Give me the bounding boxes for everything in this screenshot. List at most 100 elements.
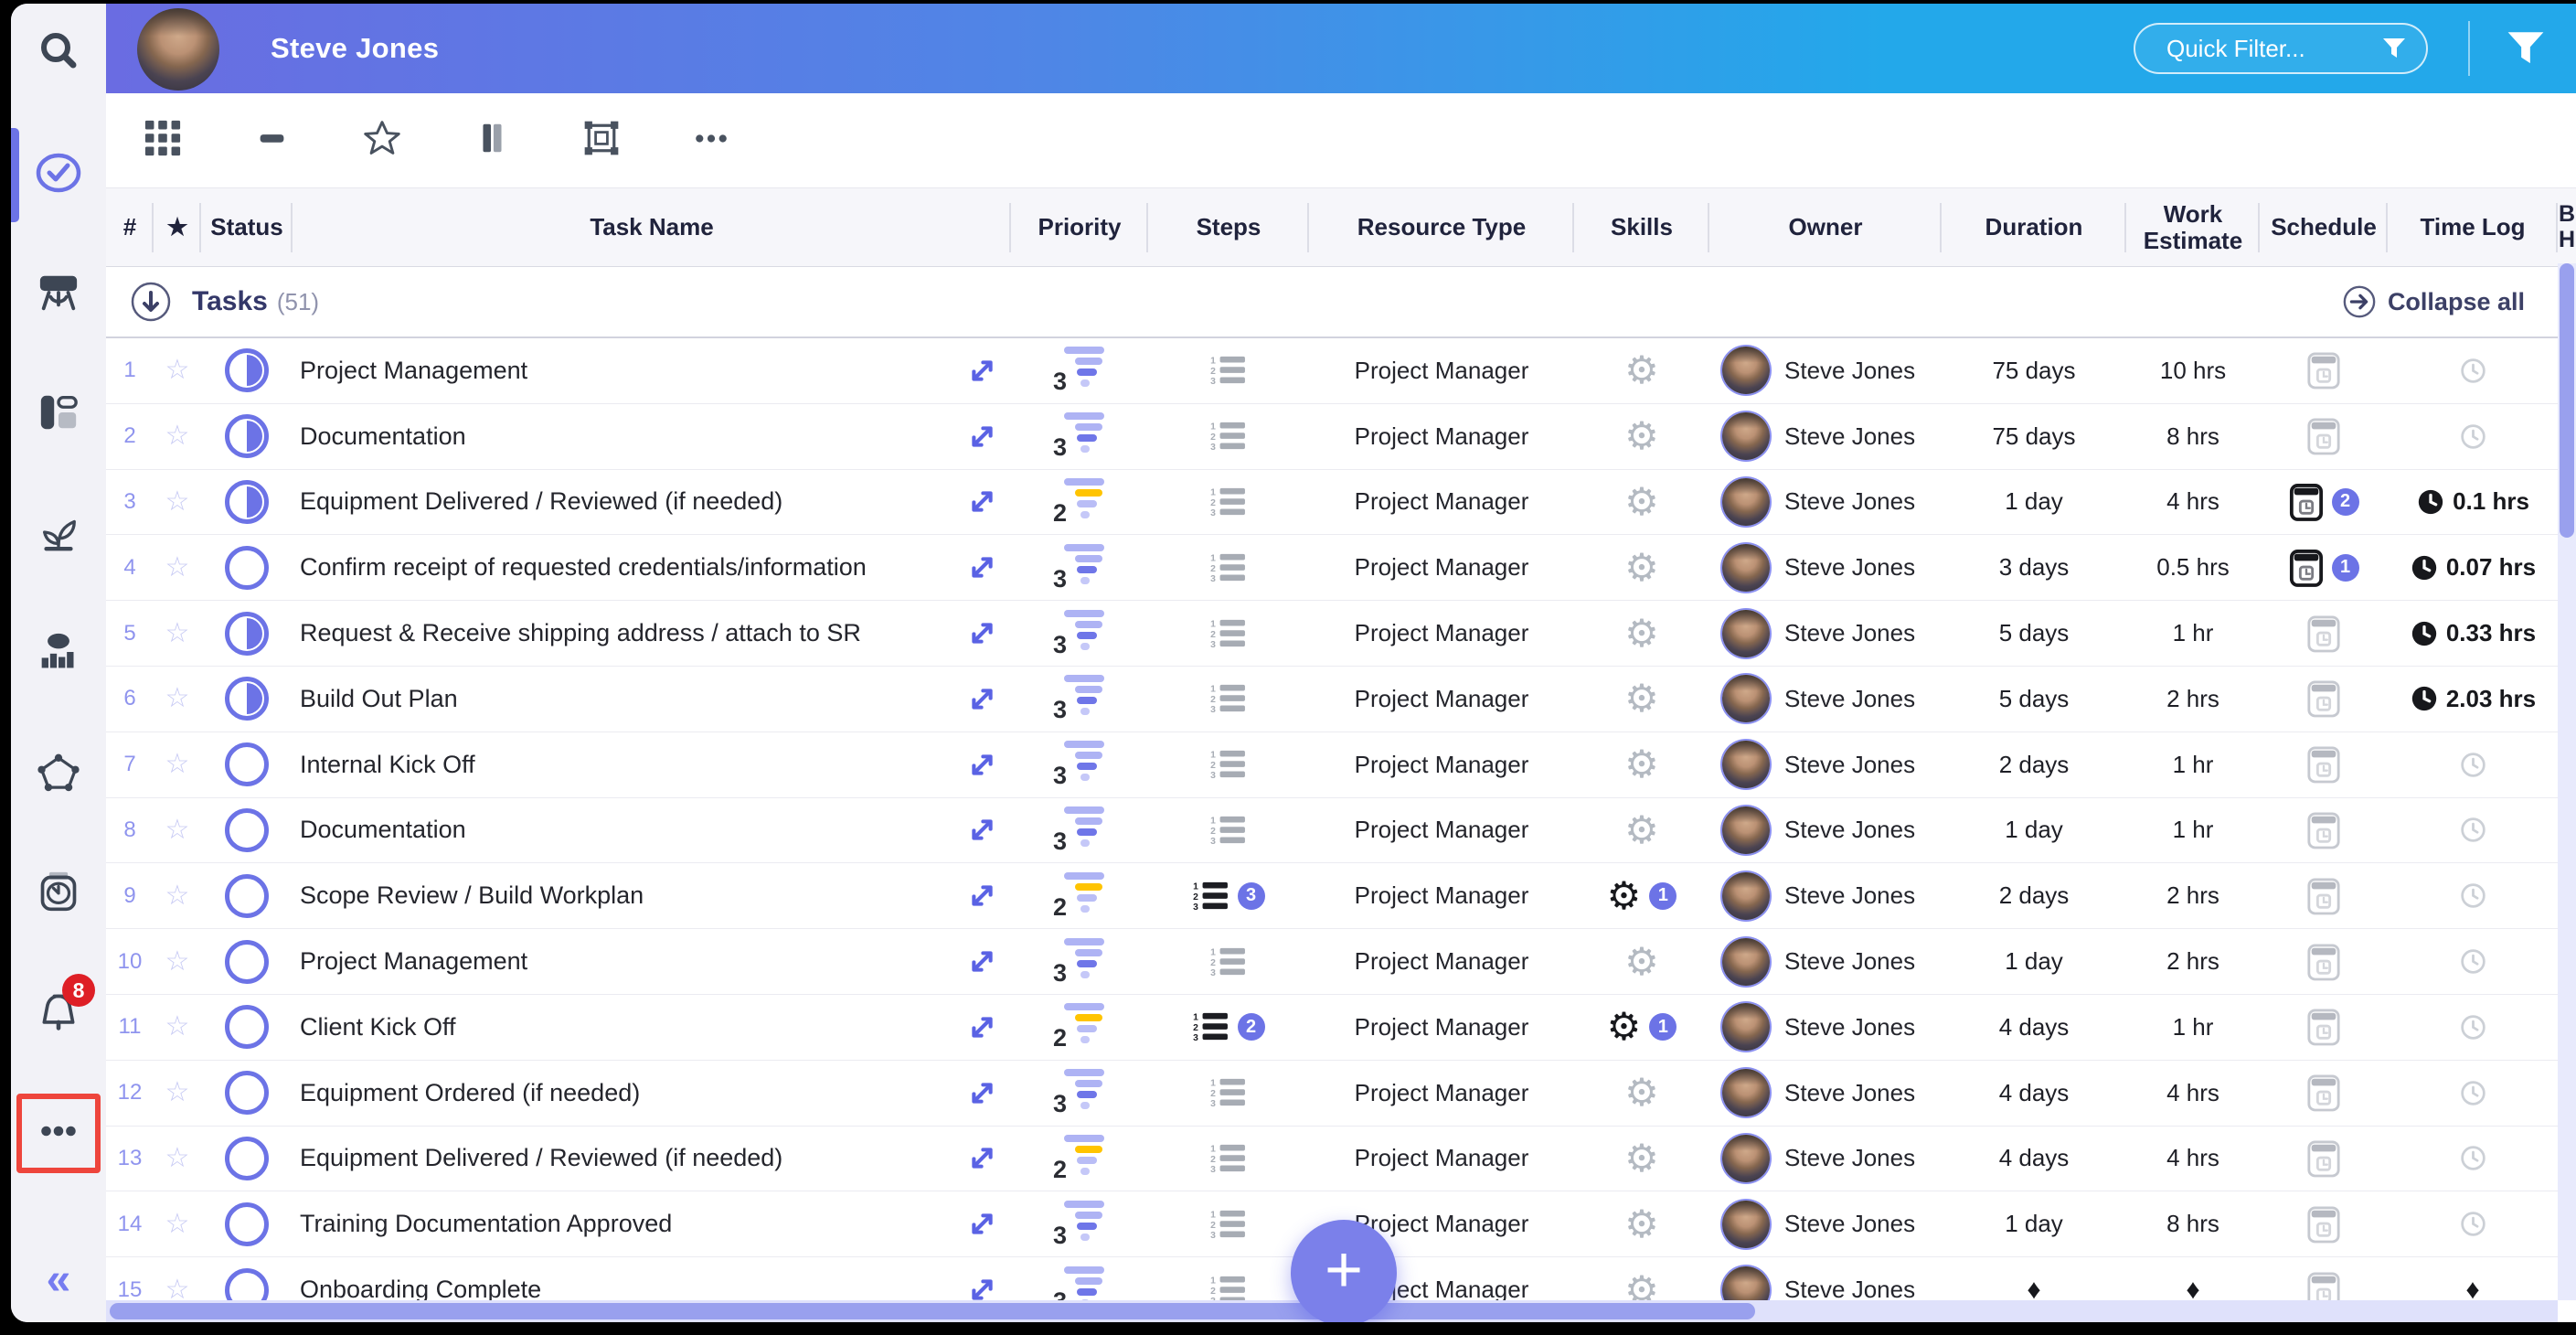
- status-circle-icon[interactable]: [225, 1137, 269, 1180]
- status-circle-icon[interactable]: [225, 808, 269, 852]
- task-row[interactable]: 13☆Equipment Delivered / Reviewed (if ne…: [106, 1127, 2576, 1192]
- steps-button[interactable]: 1232: [1193, 1011, 1265, 1042]
- skills-button[interactable]: ⚙: [1624, 745, 1659, 784]
- user-avatar[interactable]: [137, 8, 219, 91]
- skills-button[interactable]: ⚙1: [1607, 1008, 1677, 1046]
- expand-task-button[interactable]: [968, 1013, 996, 1041]
- expand-task-button[interactable]: [968, 685, 996, 713]
- sidebar-item-resource-stats[interactable]: [11, 594, 106, 714]
- sidebar-item-more-options[interactable]: [11, 1073, 106, 1193]
- schedule-button[interactable]: [2306, 1006, 2341, 1048]
- expand-task-button[interactable]: [968, 816, 996, 844]
- expand-task-button[interactable]: [968, 1144, 996, 1172]
- skills-button[interactable]: ⚙: [1624, 417, 1659, 455]
- horizontal-scrollbar-thumb[interactable]: [110, 1303, 1755, 1319]
- time-log-button[interactable]: [2459, 1079, 2487, 1107]
- status-circle-icon[interactable]: [225, 1202, 269, 1246]
- task-row[interactable]: 11☆Client Kick Off21232Project Manager⚙1…: [106, 995, 2576, 1061]
- owner-cell[interactable]: Steve Jones: [1709, 798, 1942, 863]
- steps-button[interactable]: 123: [1210, 749, 1247, 780]
- priority-indicator[interactable]: 2: [1053, 1001, 1106, 1052]
- schedule-button[interactable]: [2306, 415, 2341, 457]
- steps-button[interactable]: 123: [1210, 946, 1247, 977]
- schedule-button[interactable]: [2306, 1072, 2341, 1114]
- task-name[interactable]: Client Kick Off: [300, 1013, 456, 1041]
- steps-button[interactable]: 123: [1210, 683, 1247, 714]
- priority-indicator[interactable]: 2: [1053, 870, 1106, 922]
- sidebar-search-button[interactable]: [11, 5, 106, 97]
- priority-indicator[interactable]: 3: [1053, 739, 1106, 790]
- sidebar-item-layout[interactable]: [11, 355, 106, 475]
- task-name[interactable]: Training Documentation Approved: [300, 1210, 672, 1238]
- favorite-star-icon[interactable]: ☆: [165, 1079, 190, 1106]
- task-row[interactable]: 8☆Documentation3123Project Manager⚙Steve…: [106, 798, 2576, 864]
- priority-indicator[interactable]: 2: [1053, 476, 1106, 528]
- steps-button[interactable]: 123: [1210, 1143, 1247, 1174]
- favorite-star-icon[interactable]: ☆: [165, 685, 190, 712]
- skills-button[interactable]: ⚙: [1624, 1073, 1659, 1112]
- task-row[interactable]: 10☆Project Management3123Project Manager…: [106, 929, 2576, 995]
- favorite-star-icon[interactable]: ☆: [165, 620, 190, 647]
- task-row[interactable]: 6☆Build Out Plan3123Project Manager⚙Stev…: [106, 667, 2576, 732]
- schedule-button[interactable]: 2: [2289, 481, 2359, 523]
- favorite-star-icon[interactable]: ☆: [165, 1013, 190, 1041]
- expand-task-button[interactable]: [968, 422, 996, 451]
- collapse-group-button[interactable]: [130, 281, 172, 323]
- task-row[interactable]: 2☆Documentation3123Project Manager⚙Steve…: [106, 404, 2576, 470]
- steps-button[interactable]: 123: [1210, 1077, 1247, 1108]
- task-row[interactable]: 3☆Equipment Delivered / Reviewed (if nee…: [106, 470, 2576, 536]
- skills-button[interactable]: ⚙: [1624, 1205, 1659, 1244]
- expand-task-button[interactable]: [968, 553, 996, 582]
- column-header-owner[interactable]: Owner: [1709, 188, 1942, 266]
- sidebar-item-notifications[interactable]: 8: [11, 954, 106, 1073]
- column-header-favorite[interactable]: ★: [154, 188, 201, 266]
- task-name[interactable]: Confirm receipt of requested credentials…: [300, 553, 867, 582]
- column-header-skills[interactable]: Skills: [1574, 188, 1709, 266]
- task-row[interactable]: 4☆Confirm receipt of requested credentia…: [106, 535, 2576, 601]
- priority-indicator[interactable]: 2: [1053, 1133, 1106, 1184]
- owner-cell[interactable]: Steve Jones: [1709, 1127, 1942, 1191]
- expand-task-button[interactable]: [968, 1079, 996, 1107]
- owner-cell[interactable]: Steve Jones: [1709, 535, 1942, 600]
- expand-task-button[interactable]: [968, 487, 996, 516]
- time-log-button[interactable]: [2459, 1144, 2487, 1172]
- task-row[interactable]: 5☆Request & Receive shipping address / a…: [106, 601, 2576, 667]
- favorite-star-icon[interactable]: ☆: [165, 488, 190, 516]
- vertical-scrollbar[interactable]: [2558, 263, 2576, 1300]
- skills-button[interactable]: ⚙: [1624, 351, 1659, 390]
- task-name[interactable]: Internal Kick Off: [300, 751, 475, 779]
- task-name[interactable]: Project Management: [300, 947, 527, 976]
- skills-button[interactable]: ⚙: [1624, 943, 1659, 981]
- time-log-button[interactable]: 0.33 hrs: [2410, 619, 2536, 648]
- expand-task-button[interactable]: [968, 947, 996, 976]
- column-header-time-log[interactable]: Time Log: [2388, 188, 2558, 266]
- collapse-sidebar-button[interactable]: «: [47, 1258, 71, 1302]
- favorite-star-icon[interactable]: ☆: [165, 554, 190, 582]
- owner-cell[interactable]: Steve Jones: [1709, 929, 1942, 994]
- owner-cell[interactable]: Steve Jones: [1709, 470, 1942, 535]
- column-header-duration[interactable]: Duration: [1942, 188, 2126, 266]
- schedule-button[interactable]: [2306, 678, 2341, 720]
- owner-cell[interactable]: Steve Jones: [1709, 863, 1942, 928]
- status-circle-icon[interactable]: [225, 742, 269, 786]
- skills-button[interactable]: ⚙: [1624, 679, 1659, 718]
- task-name[interactable]: Documentation: [300, 816, 466, 844]
- add-task-button[interactable]: +: [1291, 1220, 1397, 1322]
- sidebar-item-growth[interactable]: [11, 475, 106, 594]
- task-name[interactable]: Scope Review / Build Workplan: [300, 881, 644, 910]
- column-header-steps[interactable]: Steps: [1148, 188, 1309, 266]
- column-header-task-name[interactable]: Task Name: [293, 188, 1011, 266]
- steps-button[interactable]: 123: [1210, 421, 1247, 452]
- sidebar-item-planning-board[interactable]: [11, 235, 106, 355]
- skills-button[interactable]: ⚙: [1624, 1139, 1659, 1178]
- favorite-star-icon[interactable]: ☆: [165, 357, 190, 384]
- task-name[interactable]: Documentation: [300, 422, 466, 451]
- task-row[interactable]: 12☆Equipment Ordered (if needed)3123Proj…: [106, 1061, 2576, 1127]
- time-log-button[interactable]: [2459, 1210, 2487, 1238]
- skills-button[interactable]: ⚙: [1624, 483, 1659, 521]
- task-name[interactable]: Request & Receive shipping address / att…: [300, 619, 861, 647]
- favorite-star-icon[interactable]: ☆: [165, 882, 190, 910]
- owner-cell[interactable]: Steve Jones: [1709, 338, 1942, 403]
- expand-task-button[interactable]: [968, 881, 996, 910]
- sidebar-item-tasks[interactable]: [11, 115, 106, 235]
